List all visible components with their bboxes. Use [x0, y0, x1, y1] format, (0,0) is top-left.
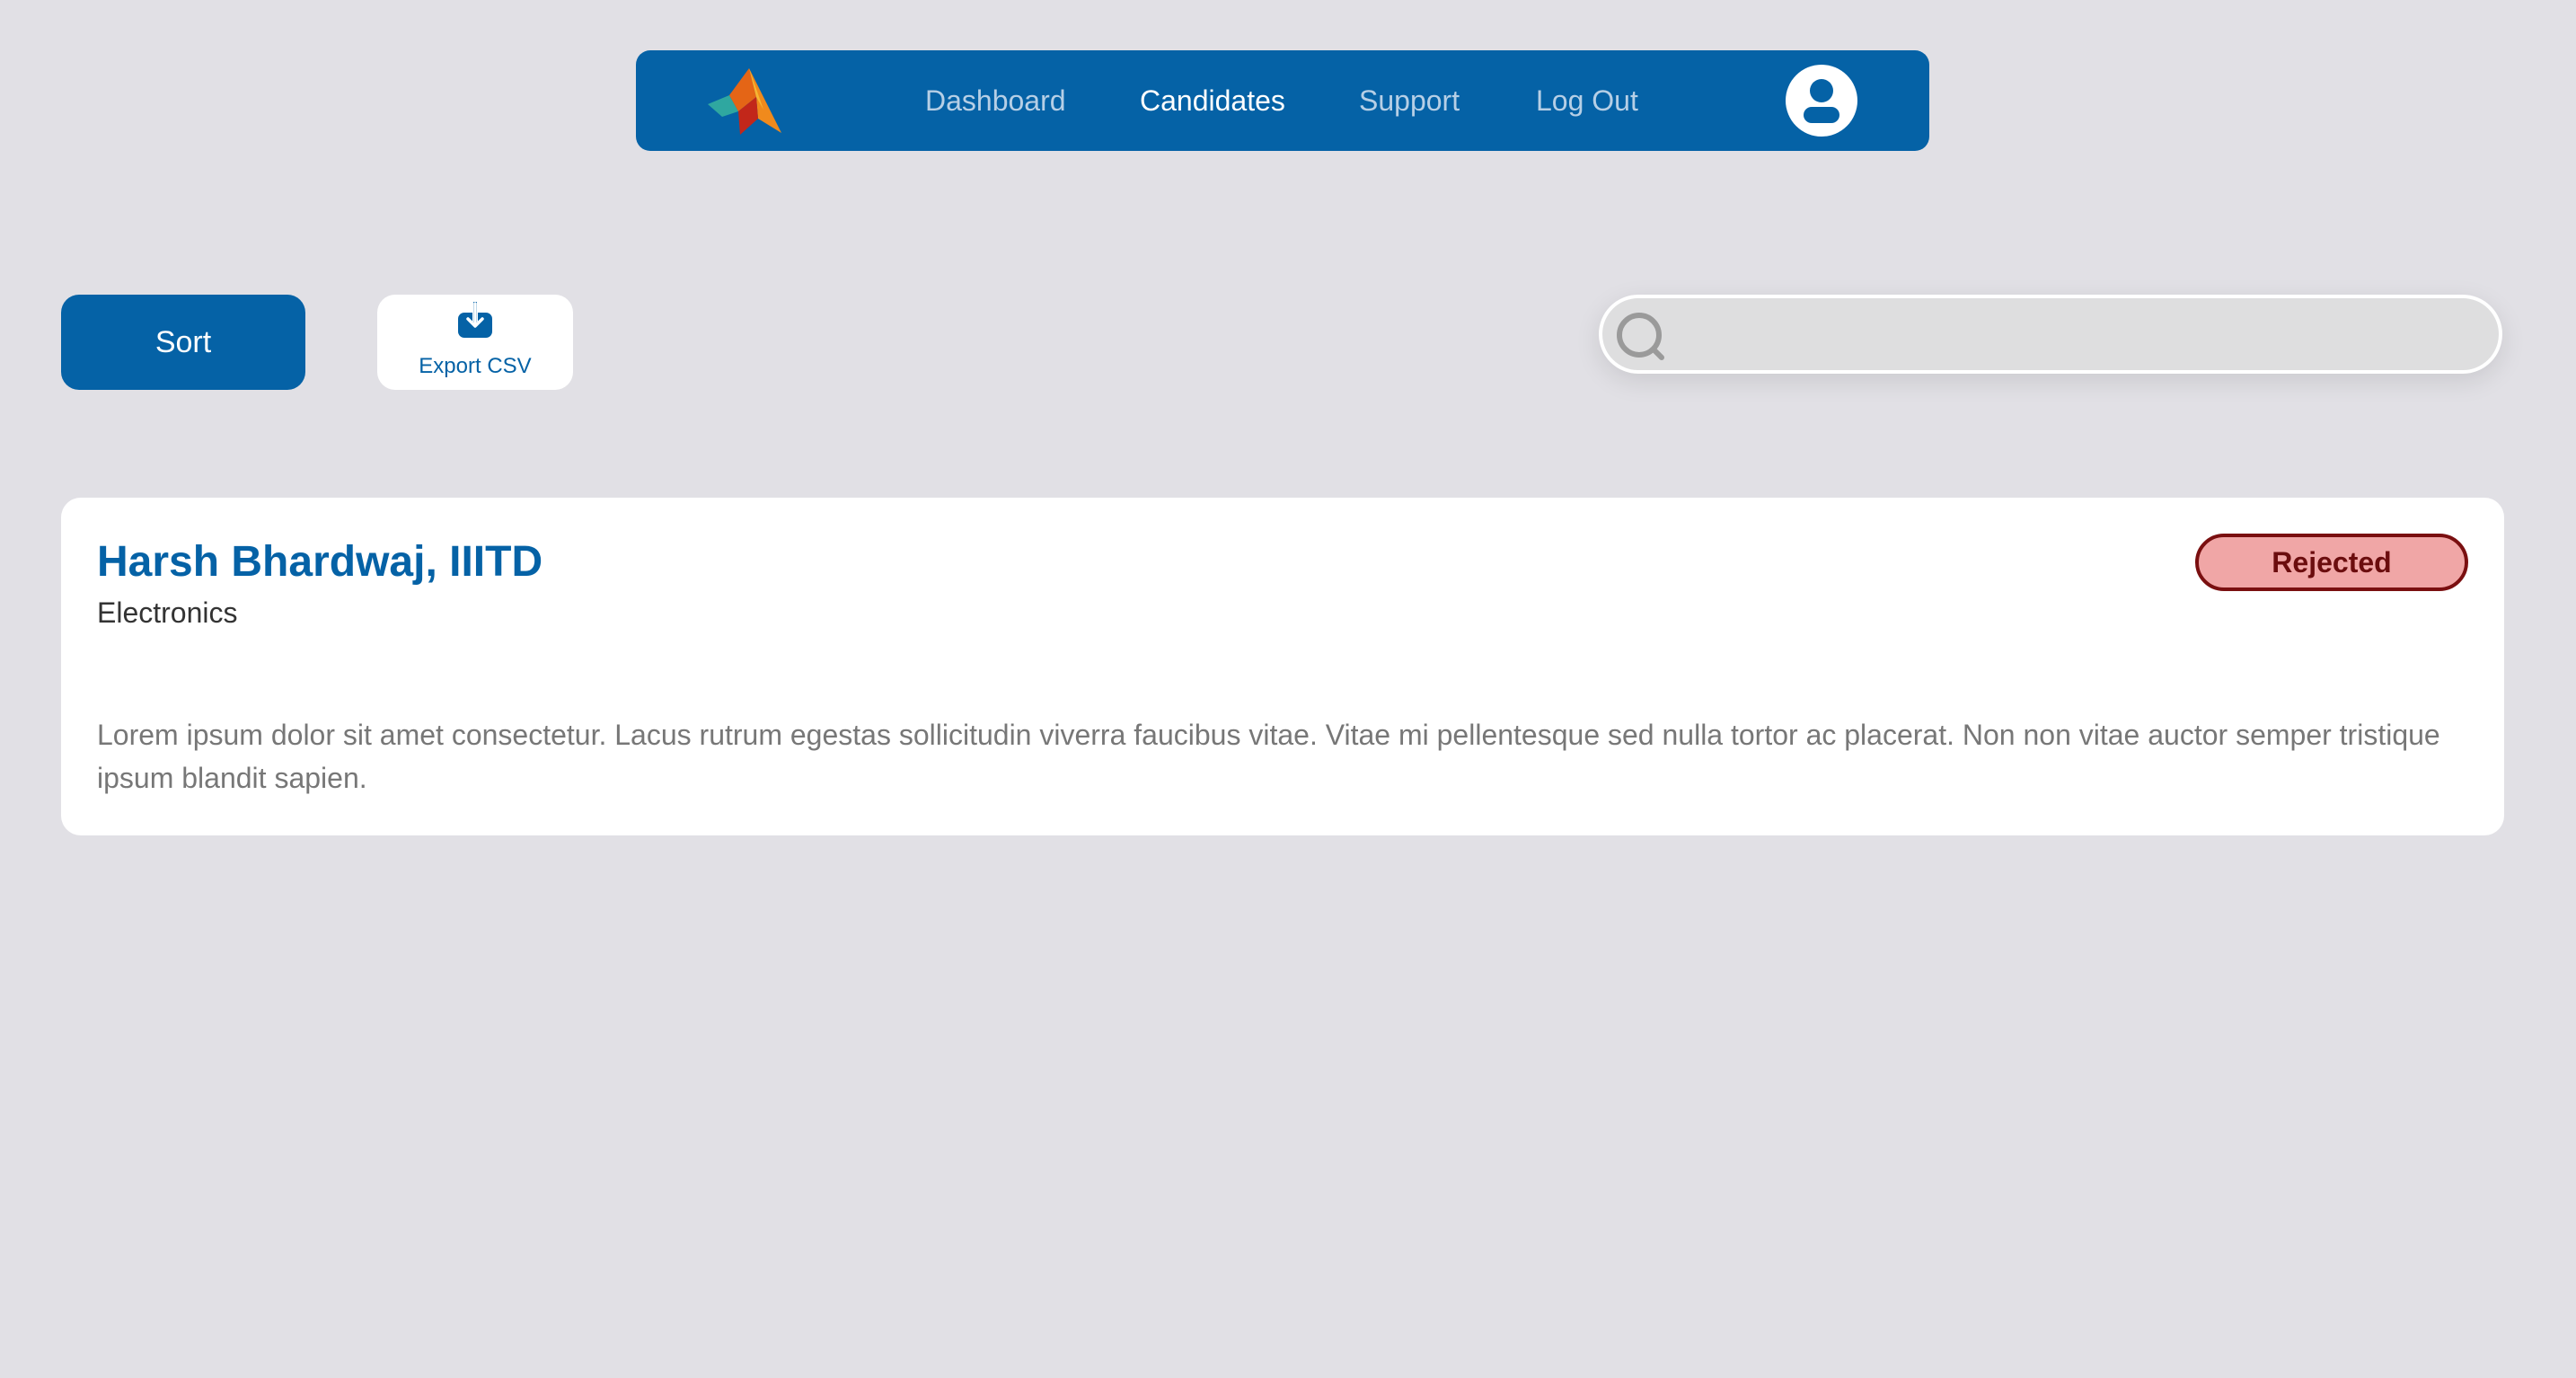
sort-button[interactable]: Sort: [61, 295, 305, 390]
user-avatar-icon[interactable]: [1786, 65, 1857, 137]
top-navbar: Dashboard Candidates Support Log Out: [636, 50, 1929, 151]
status-badge: Rejected: [2195, 534, 2468, 591]
nav-link-candidates[interactable]: Candidates: [1140, 50, 1285, 151]
export-csv-button[interactable]: Export CSV: [377, 295, 573, 390]
nav-link-support[interactable]: Support: [1359, 50, 1460, 151]
search-icon: [1617, 313, 1664, 360]
search-bar: [1599, 295, 2502, 374]
nav-link-logout[interactable]: Log Out: [1536, 50, 1638, 151]
candidate-department: Electronics: [97, 596, 238, 629]
search-input[interactable]: [1681, 298, 2472, 370]
candidate-card[interactable]: Harsh Bhardwaj, IIITD Electronics Reject…: [61, 498, 2504, 835]
candidate-description: Lorem ipsum dolor sit amet consectetur. …: [97, 719, 2440, 794]
download-icon: [458, 302, 492, 338]
candidate-name: Harsh Bhardwaj, IIITD: [97, 538, 543, 586]
matlab-logo-icon[interactable]: [704, 65, 785, 137]
nav-link-dashboard[interactable]: Dashboard: [925, 50, 1066, 151]
export-csv-label: Export CSV: [419, 354, 532, 378]
